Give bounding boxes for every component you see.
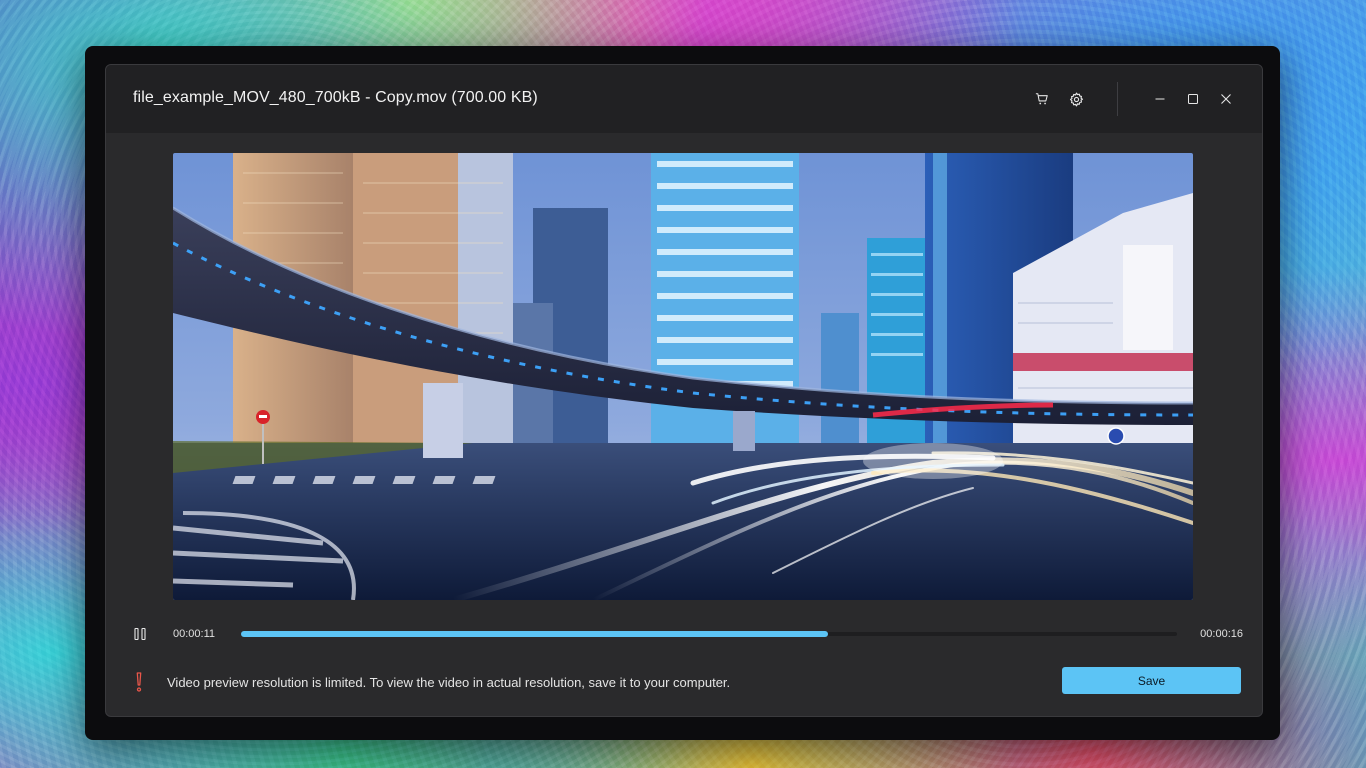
exclamation-icon (136, 672, 142, 692)
pause-button[interactable] (130, 625, 150, 643)
close-button[interactable] (1212, 85, 1240, 113)
maximize-icon (1188, 94, 1198, 104)
titlebar-separator (1117, 82, 1118, 116)
cart-button[interactable] (1028, 85, 1056, 113)
playback-controls: 00:00:11 00:00:16 (106, 621, 1262, 647)
save-button[interactable]: Save (1062, 667, 1241, 694)
current-time: 00:00:11 (173, 628, 216, 640)
window-title: file_example_MOV_480_700kB - Copy.mov (7… (133, 89, 538, 106)
video-frame[interactable] (173, 153, 1193, 600)
gear-icon (1069, 92, 1083, 106)
seek-bar-progress (241, 631, 828, 637)
minimize-icon (1155, 98, 1165, 100)
resolution-notice: Video preview resolution is limited. To … (106, 665, 1262, 699)
video-preview-window: file_example_MOV_480_700kB - Copy.mov (7… (105, 64, 1263, 717)
video-still-image (173, 153, 1193, 600)
cart-icon (1035, 93, 1048, 105)
pause-icon (134, 627, 146, 641)
minimize-button[interactable] (1146, 85, 1174, 113)
notice-text: Video preview resolution is limited. To … (167, 675, 731, 690)
settings-button[interactable] (1062, 85, 1090, 113)
close-icon (1221, 94, 1231, 104)
title-bar: file_example_MOV_480_700kB - Copy.mov (7… (106, 65, 1262, 133)
seek-bar[interactable] (241, 631, 1177, 637)
total-time: 00:00:16 (1200, 628, 1243, 640)
maximize-button[interactable] (1179, 85, 1207, 113)
